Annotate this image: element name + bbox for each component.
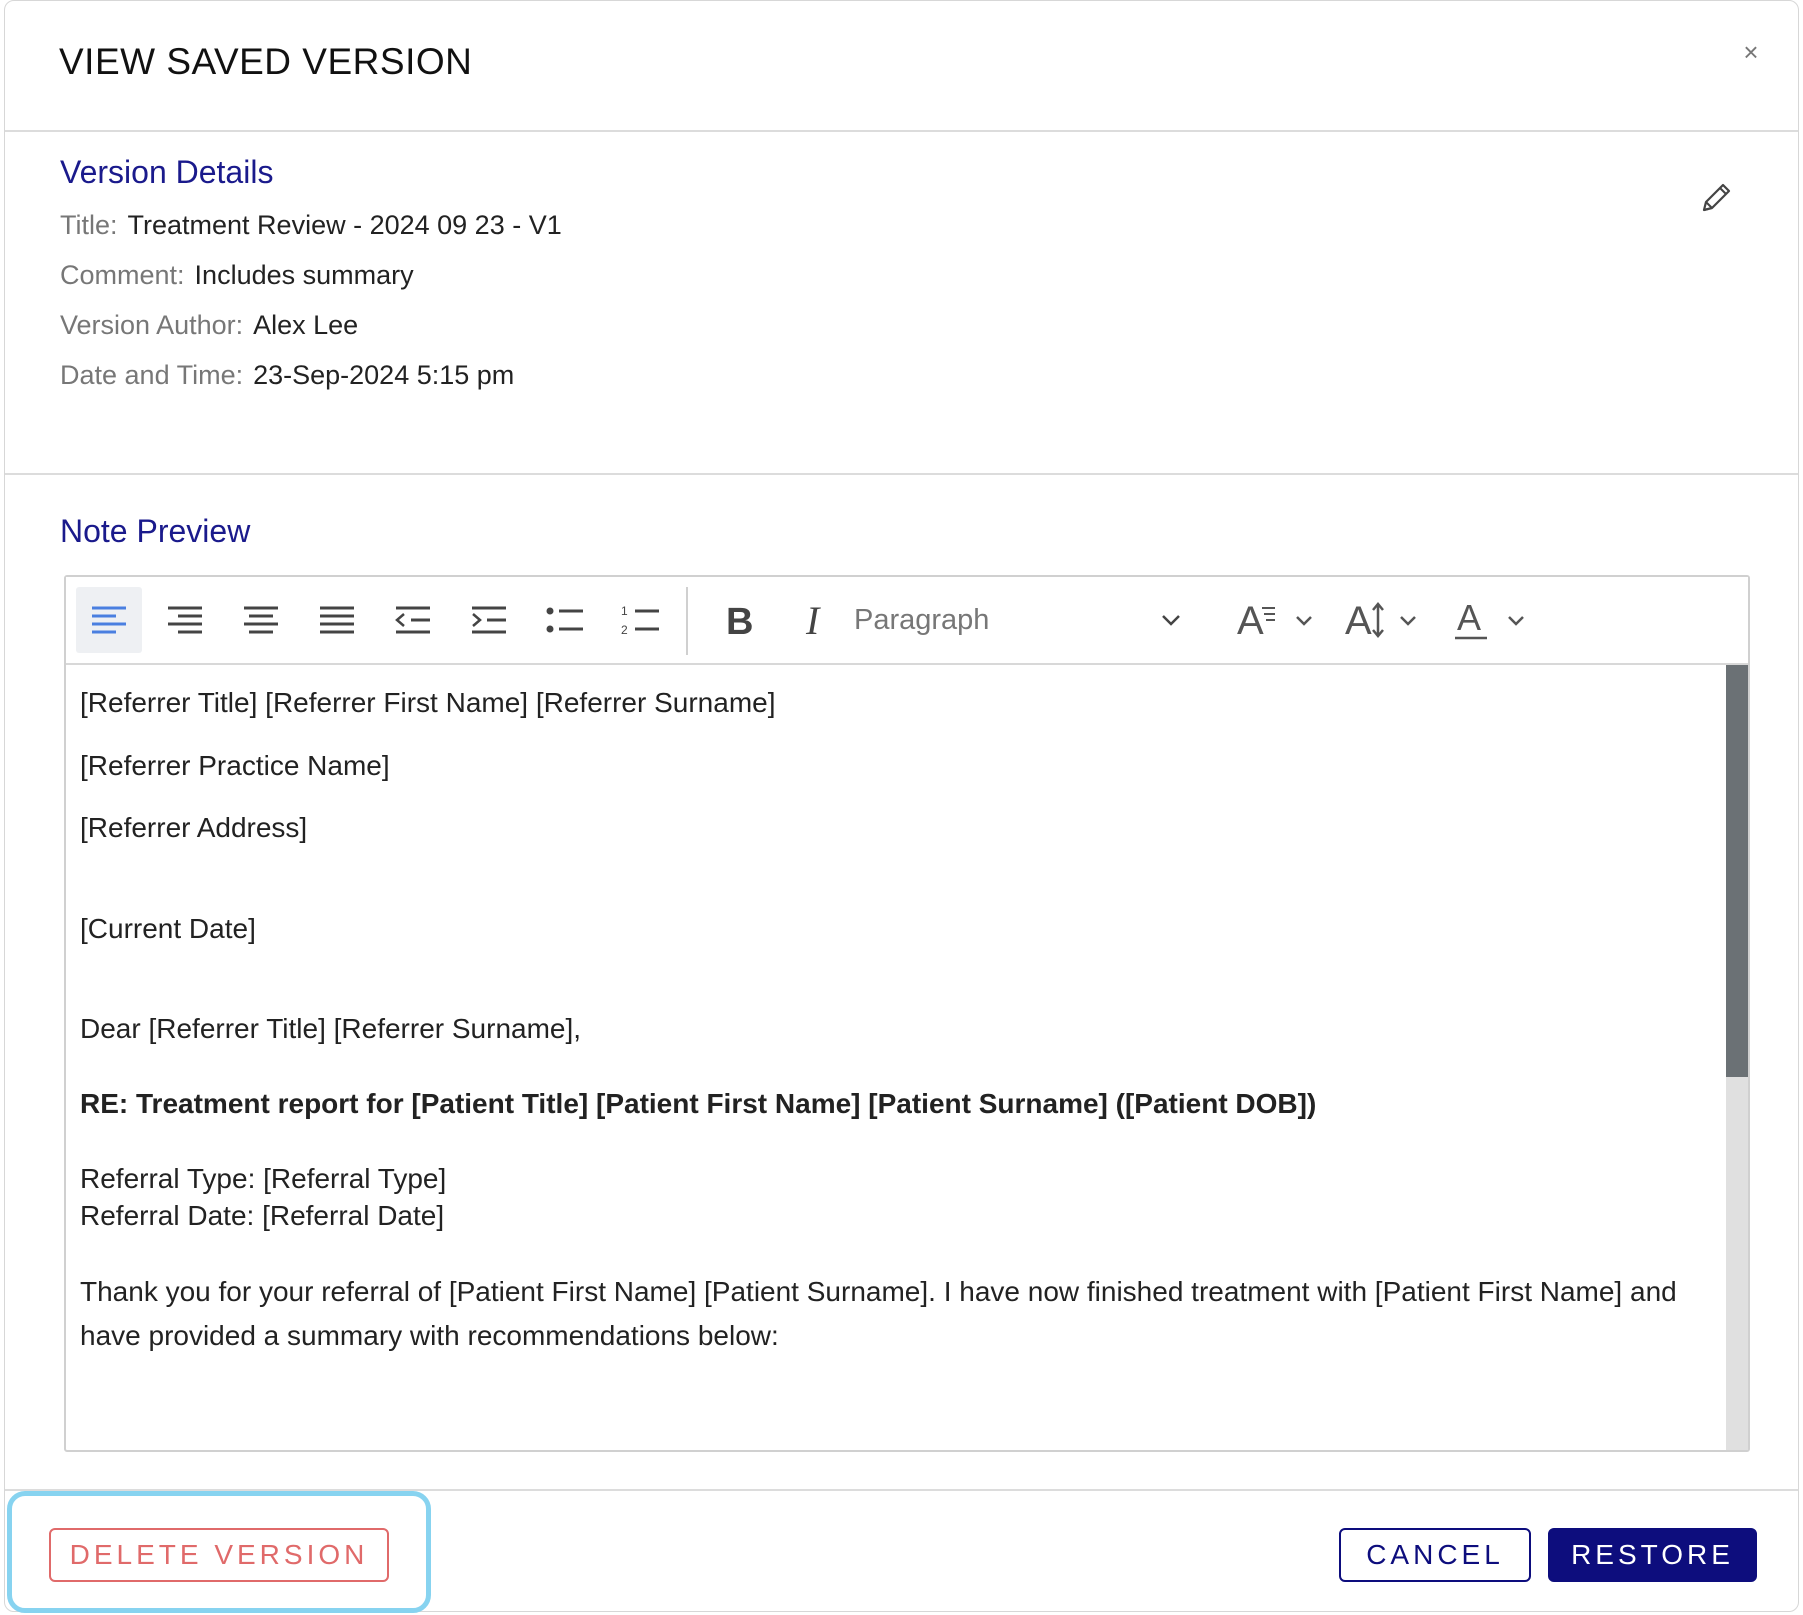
svg-text:2: 2	[621, 623, 628, 637]
svg-text:I: I	[805, 602, 821, 638]
preview-line: Referral Date: [Referral Date]	[80, 1200, 445, 1231]
note-preview-heading: Note Preview	[60, 513, 251, 549]
svg-text:1: 1	[621, 604, 628, 618]
preview-line: Thank you for your referral of [Patient …	[80, 1276, 1677, 1351]
dialog-header: VIEW SAVED VERSION ×	[5, 1, 1798, 132]
align-left-icon[interactable]	[76, 587, 142, 653]
bold-icon[interactable]: B	[708, 587, 774, 653]
svg-text:A: A	[1457, 598, 1481, 638]
toolbar-divider	[686, 587, 688, 655]
preview-line: Dear [Referrer Title] [Referrer Surname]…	[80, 1013, 582, 1044]
italic-icon[interactable]: I	[784, 587, 850, 653]
align-justify-icon[interactable]	[304, 587, 370, 653]
view-saved-version-dialog: VIEW SAVED VERSION × Version Details Tit…	[4, 0, 1799, 1613]
version-details-section: Version Details Title: Treatment Review -…	[5, 132, 1798, 475]
preview-line: [Referrer Practice Name]	[80, 750, 390, 781]
font-color-icon[interactable]: A	[1452, 587, 1540, 653]
preview-line: [Referrer Address]	[80, 812, 308, 843]
detail-label: Date and Time:	[60, 360, 244, 390]
detail-value: Treatment Review - 2024 09 23 - V1	[127, 210, 562, 240]
svg-text:B: B	[726, 602, 753, 638]
detail-value: Includes summary	[194, 260, 414, 290]
detail-value: 23-Sep-2024 5:15 pm	[253, 360, 515, 390]
align-right-icon[interactable]	[152, 587, 218, 653]
detail-row-comment: Comment: Includes summary	[60, 260, 414, 291]
detail-row-date-time: Date and Time: 23-Sep-2024 5:15 pm	[60, 360, 514, 391]
detail-label: Version Author:	[60, 310, 244, 340]
line-height-icon[interactable]: A	[1342, 587, 1430, 653]
pencil-icon[interactable]	[1696, 178, 1736, 218]
detail-label: Title:	[60, 210, 118, 240]
indent-icon[interactable]	[456, 587, 522, 653]
numbered-list-icon[interactable]: 12	[608, 587, 674, 653]
paragraph-style-select[interactable]: Paragraph	[854, 591, 1194, 649]
note-preview-content[interactable]: [Referrer Title] [Referrer First Name] […	[66, 665, 1726, 1450]
editor-scrollbar[interactable]	[1726, 665, 1748, 1450]
chevron-down-icon	[1160, 591, 1182, 669]
detail-label: Comment:	[60, 260, 185, 290]
svg-text:A: A	[1237, 599, 1264, 642]
close-icon[interactable]: ×	[1736, 37, 1766, 67]
bulleted-list-icon[interactable]	[532, 587, 598, 653]
scrollbar-thumb[interactable]	[1726, 665, 1748, 1077]
preview-line: [Referrer Title] [Referrer First Name] […	[80, 687, 776, 718]
cancel-button[interactable]: CANCEL	[1339, 1528, 1531, 1582]
detail-value: Alex Lee	[253, 310, 359, 340]
font-size-icon[interactable]: A	[1234, 587, 1322, 653]
restore-button[interactable]: RESTORE	[1548, 1528, 1757, 1582]
delete-version-button[interactable]: DELETE VERSION	[49, 1528, 389, 1582]
align-center-icon[interactable]	[228, 587, 294, 653]
preview-line: Referral Type: [Referral Type]	[80, 1163, 447, 1194]
svg-text:A: A	[1345, 599, 1372, 642]
outdent-icon[interactable]	[380, 587, 446, 653]
detail-row-author: Version Author: Alex Lee	[60, 310, 358, 341]
editor-toolbar: 12 B I Paragraph A A A	[66, 577, 1748, 665]
paragraph-style-value: Paragraph	[854, 604, 990, 636]
detail-row-title: Title: Treatment Review - 2024 09 23 - V1	[60, 210, 562, 241]
version-details-heading: Version Details	[60, 154, 274, 190]
dialog-title: VIEW SAVED VERSION	[59, 41, 473, 82]
note-preview-editor: 12 B I Paragraph A A A [Referrer Title] …	[64, 575, 1750, 1452]
preview-line-bold: RE: Treatment report for [Patient Title]…	[80, 1088, 1317, 1119]
preview-line: [Current Date]	[80, 913, 256, 944]
